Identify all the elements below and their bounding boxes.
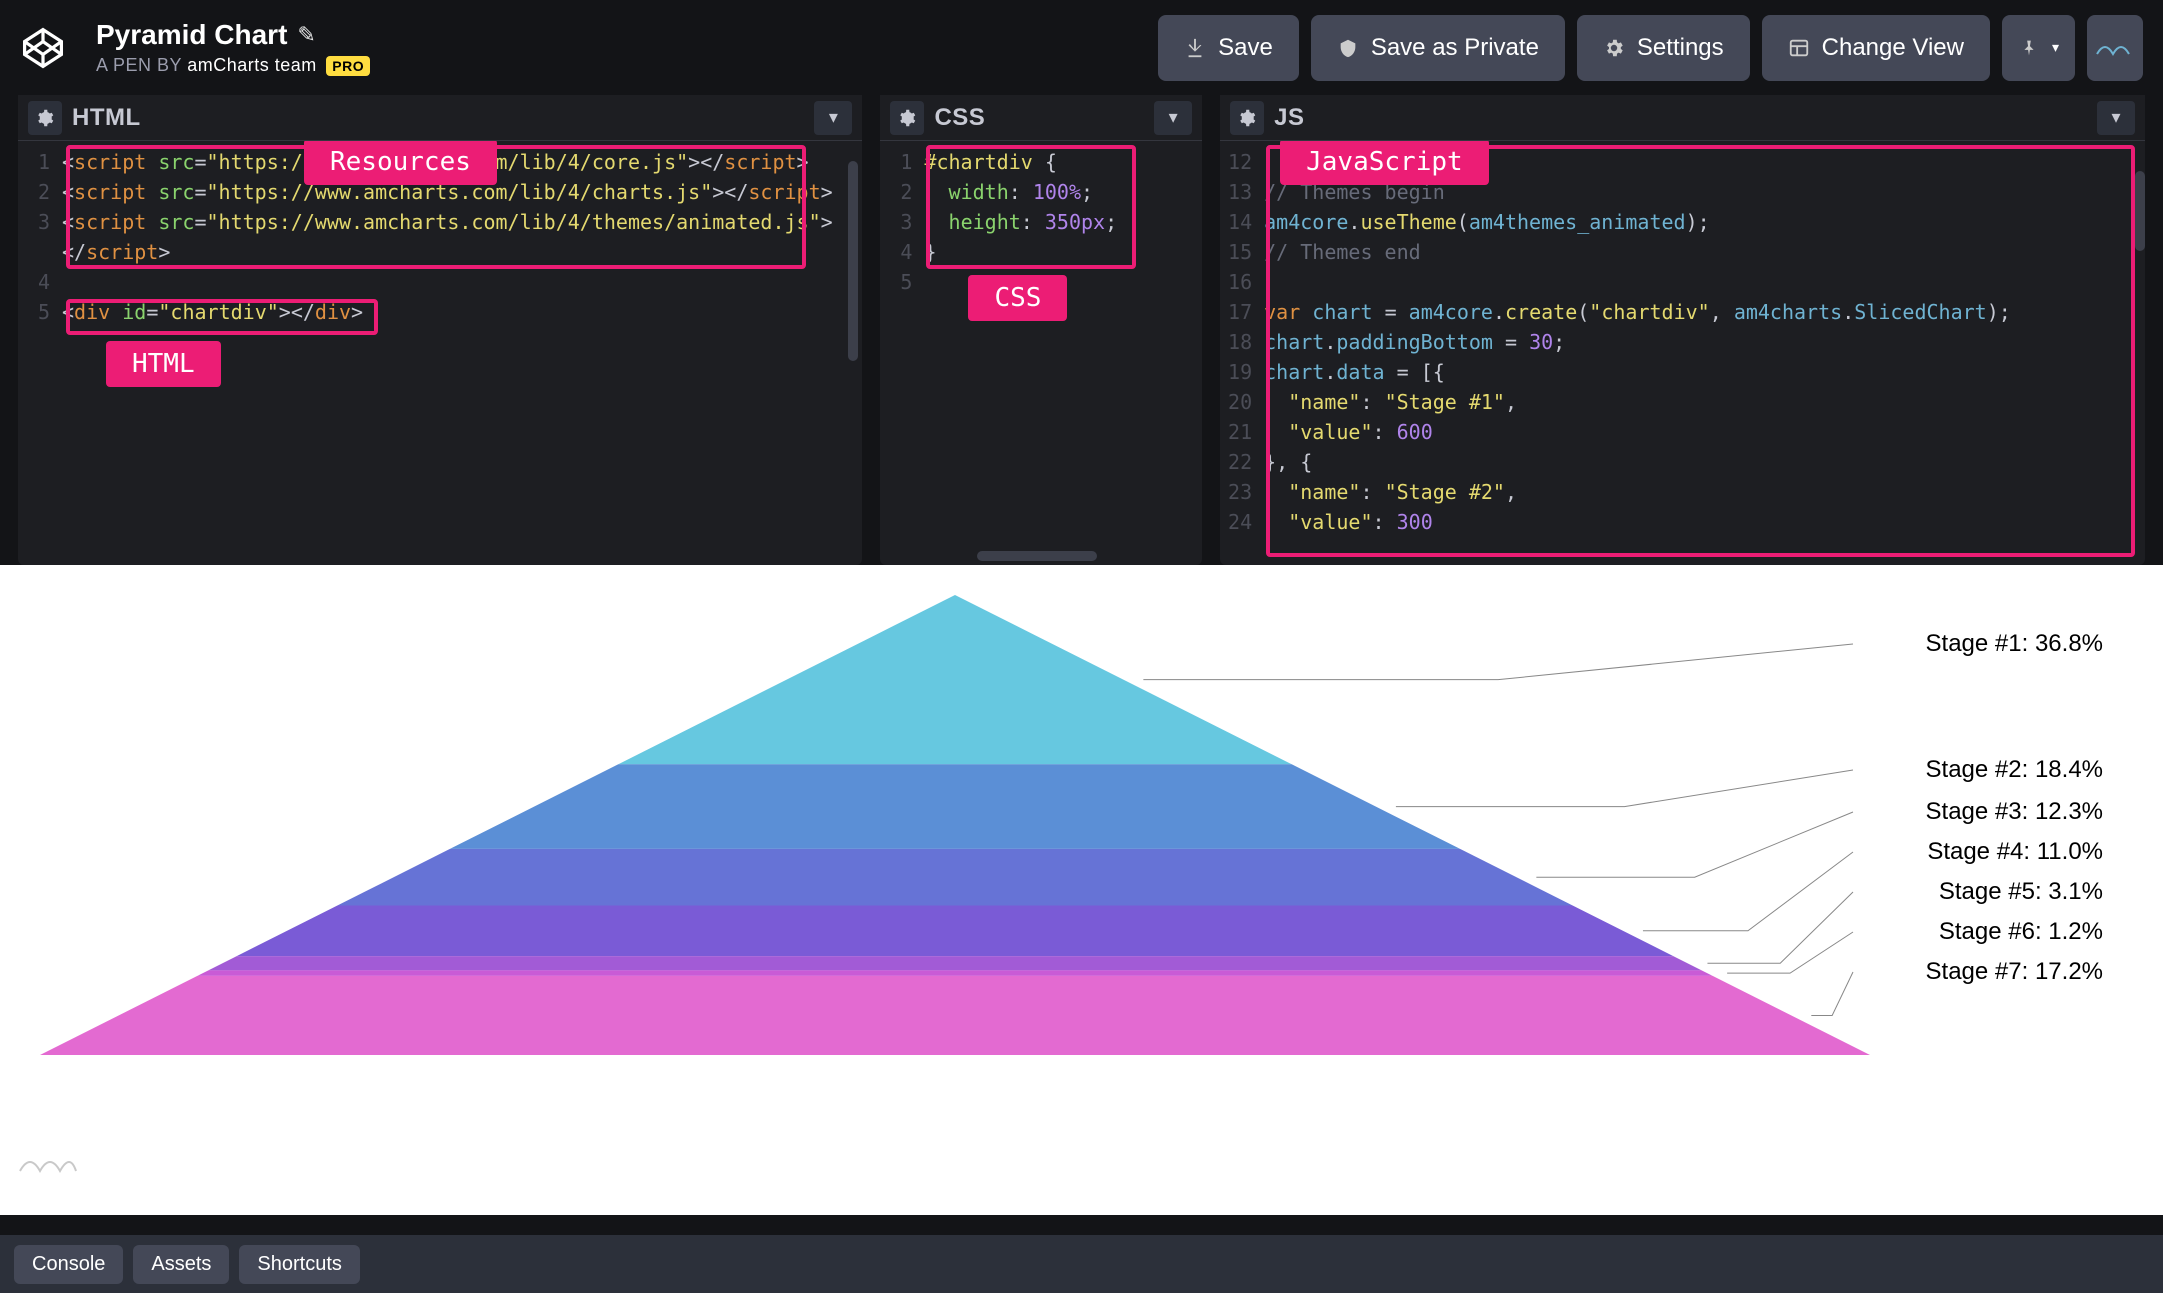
author-link[interactable]: amCharts team xyxy=(187,55,317,75)
html-panel-head: HTML ▾ xyxy=(18,95,862,141)
html-panel-title: HTML xyxy=(72,104,141,132)
js-panel-head: JS ▾ xyxy=(1220,95,2145,141)
html-settings-icon[interactable] xyxy=(28,101,62,135)
html-annotation: HTML xyxy=(106,341,221,387)
pyramid-chart[interactable] xyxy=(20,595,1890,1055)
js-code-area[interactable]: 12 13// Themes begin 14am4core.useTheme(… xyxy=(1220,141,2145,565)
js-panel: JS ▾ 12 13// Themes begin 14am4core.useT… xyxy=(1220,95,2145,565)
title-block: Pyramid Chart ✎ A PEN BY amCharts team P… xyxy=(96,19,370,76)
css-settings-icon[interactable] xyxy=(890,101,924,135)
save-button[interactable]: Save xyxy=(1158,15,1299,81)
css-panel-title: CSS xyxy=(934,104,985,132)
css-panel: CSS ▾ 1#chartdiv { 2 width: 100%; 3 heig… xyxy=(880,95,1202,565)
css-panel-head: CSS ▾ xyxy=(880,95,1202,141)
save-private-button[interactable]: Save as Private xyxy=(1311,15,1565,81)
pen-title: Pyramid Chart xyxy=(96,19,287,51)
shortcuts-button[interactable]: Shortcuts xyxy=(239,1245,359,1284)
preview-pane: Stage #1: 36.8% Stage #2: 18.4% Stage #3: … xyxy=(0,565,2163,1215)
editors-row: HTML ▾ 1<script src="https://www.amchart… xyxy=(0,95,2163,565)
edit-title-icon[interactable]: ✎ xyxy=(297,22,315,48)
codepen-logo[interactable] xyxy=(20,25,66,71)
html-panel: HTML ▾ 1<script src="https://www.amchart… xyxy=(18,95,862,565)
js-panel-title: JS xyxy=(1274,104,1304,132)
chart-label: Stage #3: 12.3% xyxy=(1926,799,2103,825)
pro-badge: PRO xyxy=(326,56,370,76)
html-code-area[interactable]: 1<script src="https://www.amcharts.com/l… xyxy=(18,141,862,565)
header-buttons: Save Save as Private Settings Change Vie… xyxy=(1158,15,2143,81)
amcharts-avatar[interactable] xyxy=(2087,15,2143,81)
footer-bar: Console Assets Shortcuts xyxy=(0,1235,2163,1293)
html-collapse-icon[interactable]: ▾ xyxy=(814,101,852,135)
chart-label: Stage #7: 17.2% xyxy=(1926,959,2103,985)
change-view-button[interactable]: Change View xyxy=(1762,15,1990,81)
chart-label: Stage #4: 11.0% xyxy=(1927,839,2103,865)
pin-button[interactable]: ▾ xyxy=(2002,15,2075,81)
chart-label: Stage #2: 18.4% xyxy=(1926,757,2103,783)
css-code-area[interactable]: 1#chartdiv { 2 width: 100%; 3 height: 35… xyxy=(880,141,1202,565)
js-collapse-icon[interactable]: ▾ xyxy=(2097,101,2135,135)
app-header: Pyramid Chart ✎ A PEN BY amCharts team P… xyxy=(0,0,2163,95)
amcharts-watermark xyxy=(18,1149,78,1175)
chart-label: Stage #1: 36.8% xyxy=(1926,631,2103,657)
chart-label: Stage #6: 1.2% xyxy=(1939,919,2103,945)
settings-button[interactable]: Settings xyxy=(1577,15,1750,81)
pen-byline: A PEN BY amCharts team PRO xyxy=(96,55,370,76)
css-collapse-icon[interactable]: ▾ xyxy=(1154,101,1192,135)
console-button[interactable]: Console xyxy=(14,1245,123,1284)
js-settings-icon[interactable] xyxy=(1230,101,1264,135)
chart-label: Stage #5: 3.1% xyxy=(1939,879,2103,905)
assets-button[interactable]: Assets xyxy=(133,1245,229,1284)
